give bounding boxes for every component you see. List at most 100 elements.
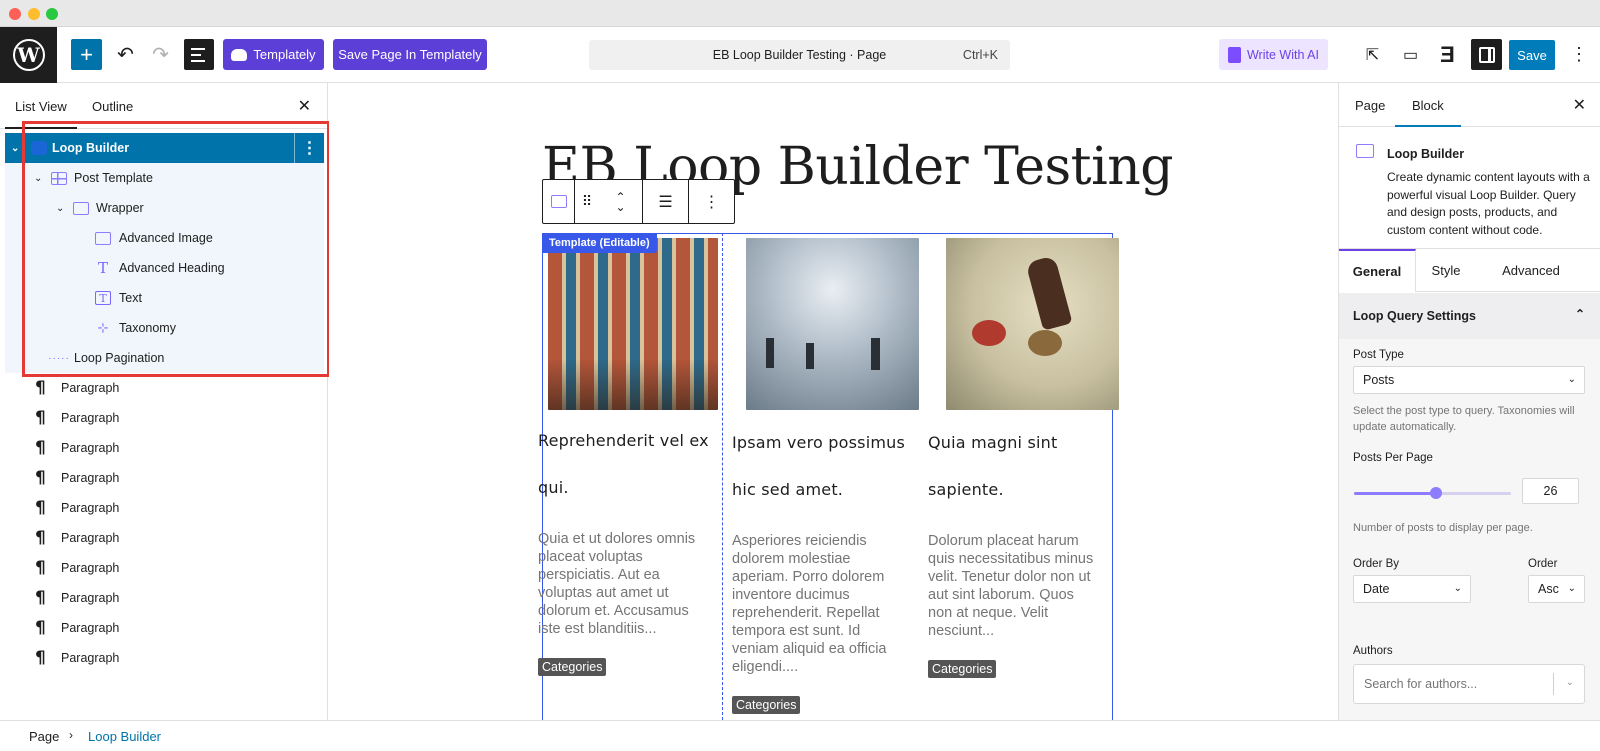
settings-tabs: Page Block ✕ [1339,83,1600,127]
close-settings-button[interactable]: ✕ [1573,95,1586,115]
document-title: EB Loop Builder Testing · Page [712,48,887,62]
order-by-select[interactable]: Date ⌄ [1353,575,1471,603]
tree-item-loop-pagination[interactable]: ····· Loop Pagination [5,343,324,373]
tree-item-advanced-image[interactable]: Advanced Image [5,223,324,253]
category-badge[interactable]: Categories [928,660,997,678]
category-badge[interactable]: Categories [538,658,607,676]
view-page-button[interactable]: ⇱ [1357,39,1388,70]
chevron-down-icon: ⌄ [1453,583,1462,594]
settings-toggle-button[interactable] [1471,39,1502,70]
chevron-down-icon[interactable]: ⌄ [34,173,42,184]
device-preview-button[interactable]: ▭ [1395,39,1426,70]
tree-item-text[interactable]: T Text [5,283,324,313]
more-vertical-icon: ⋮ [703,193,720,211]
close-window-button[interactable] [9,8,21,20]
block-type-button[interactable] [543,180,575,223]
save-page-in-templately-button[interactable]: Save Page In Templately [333,39,487,70]
move-block-button[interactable]: ⌃ ⌄ [599,180,643,223]
minimize-window-button[interactable] [28,8,40,20]
tab-style[interactable]: Style [1416,249,1476,292]
order-label: Order [1528,558,1558,570]
close-icon: ✕ [297,98,311,115]
tree-item-wrapper[interactable]: ⌄ Wrapper [5,193,324,223]
post-title-line2: hic sed amet. [732,480,844,499]
tab-page[interactable]: Page [1355,98,1385,113]
tree-item-loop-builder[interactable]: ⌄ Loop Builder ⋮ [5,133,324,163]
figure-silhouette [766,338,774,368]
command-palette-bar[interactable]: EB Loop Builder Testing · Page Ctrl+K [589,40,1010,70]
redo-button[interactable]: ↷ [145,39,176,70]
tree-item-paragraph[interactable]: ¶ Paragraph [5,523,324,553]
tab-block[interactable]: Block [1412,98,1444,113]
close-icon: ✕ [1572,97,1586,114]
authors-label: Authors [1353,645,1393,657]
tree-item-paragraph[interactable]: ¶ Paragraph [5,373,324,403]
chevron-down-icon[interactable]: ⌄ [56,203,64,214]
text-icon: T [95,291,111,305]
document-overview-icon-line [191,59,205,62]
block-options-button[interactable]: ⋮ [294,133,324,163]
drag-handle[interactable]: ⠿ [575,180,599,223]
editor-top-toolbar: W + ↶ ↷ Templately Save Page In Template… [0,27,1600,83]
tree-item-label: Text [119,291,142,305]
settings-sidebar: Page Block ✕ Loop Builder Create dynamic… [1338,83,1600,720]
wordpress-logo-button[interactable]: W [0,27,57,83]
loop-query-settings-toggle[interactable]: Loop Query Settings ⌃ [1339,293,1600,339]
breadcrumb-loop-builder[interactable]: Loop Builder [88,729,161,744]
post-image-snowy-street[interactable] [746,238,919,410]
essential-blocks-button[interactable]: Ǝ [1432,39,1463,70]
tree-item-label: Loop Pagination [74,351,165,365]
post-image-building[interactable] [548,238,718,410]
tree-item-paragraph[interactable]: ¶ Paragraph [5,643,324,673]
list-view-panel: List View Outline ✕ ⌄ Loop Builder ⋮ ⌄ P… [0,83,328,720]
breadcrumb-page[interactable]: Page [29,729,59,744]
tab-general[interactable]: General [1339,249,1416,292]
tab-list-view[interactable]: List View [15,99,67,114]
tree-item-advanced-heading[interactable]: T Advanced Heading [5,253,324,283]
tree-item-paragraph[interactable]: ¶ Paragraph [5,583,324,613]
tree-item-taxonomy[interactable]: ⊹ Taxonomy [5,313,324,343]
undo-button[interactable]: ↶ [110,39,141,70]
slider-thumb[interactable] [1429,487,1442,499]
posts-per-page-help: Number of posts to display per page. [1353,522,1533,534]
page-content: EB Loop Builder Testing Template (Editab… [329,83,1310,720]
tab-outline[interactable]: Outline [92,99,133,114]
post-type-value: Posts [1363,373,1395,387]
chevron-down-icon[interactable]: ⌄ [11,143,19,154]
order-select[interactable]: Asc ⌄ [1528,575,1585,603]
posts-per-page-input[interactable]: 26 [1522,478,1579,504]
chevron-right-icon: › [69,728,73,742]
save-button[interactable]: Save [1509,40,1555,70]
tree-item-paragraph[interactable]: ¶ Paragraph [5,403,324,433]
tree-item-paragraph[interactable]: ¶ Paragraph [5,553,324,583]
close-list-view-button[interactable]: ✕ [298,96,311,116]
tree-item-paragraph[interactable]: ¶ Paragraph [5,613,324,643]
post-excerpt: Asperiores reiciendis dolorem molestiae … [732,533,887,675]
block-more-options-button[interactable]: ⋮ [689,180,734,223]
templately-button[interactable]: Templately [223,39,324,70]
category-badge[interactable]: Categories [732,696,801,714]
post-image-wax-seal[interactable] [946,238,1119,410]
maximize-window-button[interactable] [46,8,58,20]
block-breadcrumb: Page › Loop Builder [0,720,1600,751]
tree-item-post-template[interactable]: ⌄ Post Template [5,163,324,193]
write-with-ai-button[interactable]: Write With AI [1219,39,1328,70]
browser-titlebar [0,0,1600,27]
paragraph-icon: ¶ [35,648,46,668]
add-block-button[interactable]: + [71,39,102,70]
post-type-select[interactable]: Posts ⌄ [1353,366,1585,394]
tab-advanced[interactable]: Advanced [1476,249,1586,292]
editor-canvas: EB Loop Builder Testing Template (Editab… [329,83,1310,720]
tree-item-paragraph[interactable]: ¶ Paragraph [5,463,324,493]
document-overview-button[interactable] [184,39,214,70]
align-button[interactable]: ☰ [643,180,689,223]
tree-item-label: Taxonomy [119,321,176,335]
tree-item-paragraph[interactable]: ¶ Paragraph [5,433,324,463]
tree-item-paragraph[interactable]: ¶ Paragraph [5,493,324,523]
options-button[interactable]: ⋮ [1567,39,1591,70]
wax-seal-red [972,320,1006,346]
image-icon-wrap [95,231,111,245]
authors-search-input[interactable]: Search for authors... ⌄ [1353,664,1585,704]
external-link-icon: ⇱ [1365,46,1380,64]
command-shortcut: Ctrl+K [962,48,998,62]
